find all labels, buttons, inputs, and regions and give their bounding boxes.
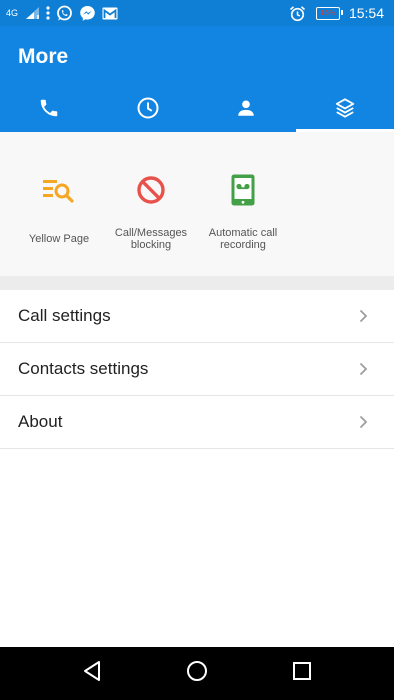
list-item-label: Call settings (18, 306, 111, 325)
list-item-label: Contacts settings (18, 359, 149, 378)
tab-recents[interactable] (99, 88, 198, 132)
clock-icon (136, 96, 160, 125)
home-button[interactable] (181, 658, 213, 690)
shortcut-label: Automatic call recording (208, 227, 278, 251)
home-icon (185, 659, 209, 688)
alarm-icon (289, 5, 306, 22)
status-bar-right: 15% 15:54 (289, 0, 384, 26)
signal-icon (25, 6, 40, 20)
about-row[interactable]: About (0, 396, 394, 449)
layers-icon (334, 97, 356, 124)
contacts-settings-row[interactable]: Contacts settings (0, 343, 394, 396)
chevron-right-icon (356, 309, 370, 323)
shortcut-label: Yellow Page (28, 233, 90, 245)
status-bar-left: 4G (6, 0, 124, 26)
person-icon (235, 97, 257, 124)
settings-list: Call settings Contacts settings About (0, 290, 394, 449)
block-icon (131, 170, 171, 210)
shortcut-yellow-page[interactable]: Yellow Page (13, 132, 105, 276)
page-title: More (18, 45, 69, 68)
back-button[interactable] (76, 658, 108, 690)
section-divider (0, 276, 394, 290)
tab-contacts[interactable] (197, 88, 296, 132)
app-bar: More (0, 26, 394, 132)
back-icon (81, 659, 103, 688)
shortcut-call-recording[interactable]: Automatic call recording (197, 132, 289, 276)
screen: 4G 15% 15:54 More Yellow Page Call/Messa… (0, 0, 394, 700)
battery-percent: 15% (320, 8, 336, 17)
list-item-label: About (18, 412, 63, 431)
recents-icon (291, 660, 313, 687)
more-vert-icon (46, 6, 50, 20)
status-bar: 4G 15% 15:54 (0, 0, 394, 26)
tab-bar (0, 88, 394, 132)
shortcut-label: Call/Messages blocking (114, 227, 188, 251)
shortcut-call-blocking[interactable]: Call/Messages blocking (105, 132, 197, 276)
chevron-right-icon (356, 362, 370, 376)
shortcuts-panel: Yellow Page Call/Messages blocking Autom… (0, 132, 394, 276)
gmail-icon (102, 7, 118, 20)
recents-button[interactable] (286, 658, 318, 690)
status-time: 15:54 (348, 5, 384, 21)
chevron-right-icon (356, 415, 370, 429)
yellow-page-icon (39, 170, 79, 210)
system-nav-bar (0, 647, 394, 700)
network-label: 4G (6, 7, 19, 18)
phone-icon (38, 97, 60, 124)
battery-icon: 15% (315, 6, 343, 20)
voicemail-icon (223, 170, 263, 210)
tab-calls[interactable] (0, 88, 99, 132)
messenger-icon (79, 5, 96, 22)
call-settings-row[interactable]: Call settings (0, 290, 394, 343)
tab-more[interactable] (295, 88, 394, 132)
network-type: 4G (6, 7, 19, 18)
whatsapp-icon (56, 5, 73, 22)
